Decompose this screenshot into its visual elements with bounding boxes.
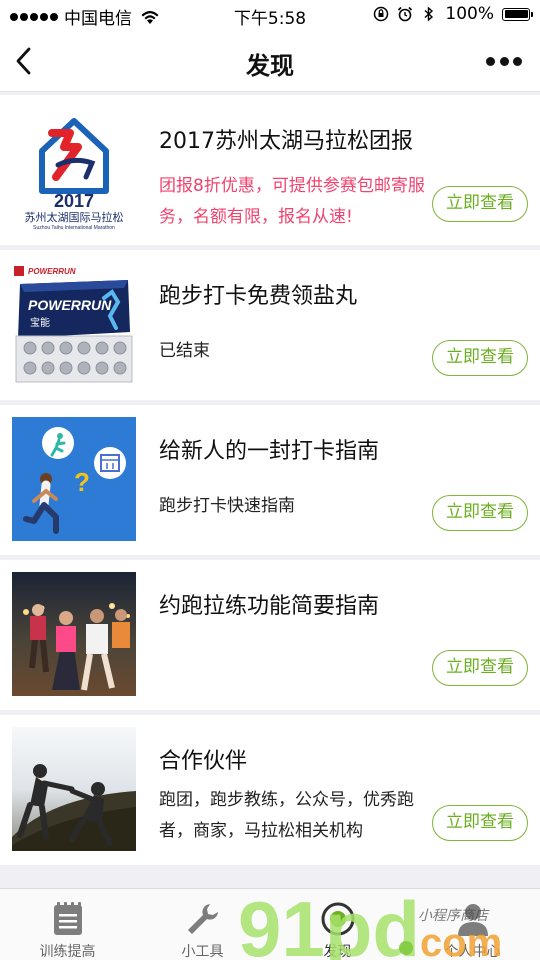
- more-dots-icon[interactable]: [486, 52, 522, 70]
- status-right: 100%: [373, 4, 533, 24]
- thumb-brand-cn: 宝能: [30, 316, 50, 329]
- bluetooth-icon: [424, 6, 434, 22]
- card-title: 约跑拉练功能简要指南: [159, 594, 380, 619]
- list-item-salt-pills[interactable]: POWERRUN POWERRUN 宝能 跑步打卡免费领盐丸 已结束 立即查看: [0, 250, 540, 400]
- card-description: 已结束: [159, 341, 210, 361]
- card-description: 跑步打卡快速指南: [159, 496, 295, 516]
- battery-icon: [502, 7, 533, 21]
- salt-pill-product-image: POWERRUN POWERRUN 宝能: [12, 262, 136, 386]
- card-title: 给新人的一封打卡指南: [159, 439, 380, 464]
- view-now-button[interactable]: 立即查看: [432, 340, 528, 376]
- wrench-icon: [187, 904, 218, 934]
- list-item-partners[interactable]: 合作伙伴 跑团，跑步教练，公众号，优秀跑者，商家，马拉松相关机构 立即查看: [0, 715, 540, 865]
- list-item-group-run-guide[interactable]: 约跑拉练功能简要指南 立即查看: [0, 560, 540, 710]
- group-run-thumbnail: [12, 572, 136, 696]
- notepad-icon: [53, 902, 82, 935]
- partners-photo: [12, 727, 136, 851]
- view-now-button[interactable]: 立即查看: [432, 495, 528, 531]
- card-title: 合作伙伴: [159, 749, 248, 774]
- marathon-logo-image: 2017 苏州太湖国际马拉松 Suzhou Taihu Internationa…: [12, 107, 136, 231]
- thumb-year: 2017: [54, 191, 94, 211]
- rotation-lock-icon: [374, 6, 389, 22]
- status-bar: 中国电信 下午5:58 100%: [0, 0, 540, 30]
- card-title: 2017苏州太湖马拉松团报: [159, 129, 413, 154]
- marathon-logo-thumbnail: 2017 苏州太湖国际马拉松 Suzhou Taihu Internationa…: [12, 107, 136, 231]
- view-now-button[interactable]: 立即查看: [432, 805, 528, 841]
- view-now-button[interactable]: 立即查看: [432, 186, 528, 222]
- tab-label: 个人中心: [444, 944, 501, 960]
- navigation-bar: 发现: [0, 30, 540, 92]
- battery-percentage: 100%: [445, 4, 494, 24]
- alarm-icon: [398, 6, 413, 22]
- tab-bar: 训练提高 小工具 发现 个人中心: [0, 888, 540, 960]
- checkin-guide-thumbnail: ?: [12, 417, 136, 541]
- tab-tools[interactable]: 小工具: [135, 889, 270, 960]
- list-item-marathon-group[interactable]: 2017 苏州太湖国际马拉松 Suzhou Taihu Internationa…: [0, 95, 540, 245]
- person-icon: [457, 904, 488, 936]
- group-run-photo: [12, 572, 136, 696]
- view-now-button[interactable]: 立即查看: [432, 650, 528, 686]
- tab-label: 小工具: [181, 944, 224, 960]
- salt-pill-thumbnail: POWERRUN POWERRUN 宝能: [12, 262, 136, 386]
- compass-icon: [321, 902, 354, 936]
- thumb-caption-en: Suzhou Taihu International Marathon: [33, 225, 115, 231]
- tab-label: 训练提高: [39, 944, 96, 960]
- tab-discover[interactable]: 发现: [270, 889, 405, 960]
- thumb-brand: POWERRUN: [28, 267, 76, 276]
- card-title: 跑步打卡免费领盐丸: [159, 284, 358, 309]
- thumb-caption: 苏州太湖国际马拉松: [25, 210, 124, 224]
- tab-training[interactable]: 训练提高: [0, 889, 135, 960]
- list-item-checkin-guide[interactable]: ? 给新人的一封打卡指南 跑步打卡快速指南 立即查看: [0, 405, 540, 555]
- svg-text:POWERRUN: POWERRUN: [28, 297, 112, 313]
- tab-label: 发现: [323, 944, 352, 960]
- svg-text:?: ?: [74, 467, 90, 497]
- card-description: 团报8折优惠，可提供参赛包邮寄服务，名额有限，报名从速!: [159, 176, 425, 227]
- page-title: 发现: [246, 52, 294, 80]
- checkin-guide-illustration: ?: [12, 417, 136, 541]
- partners-thumbnail: [12, 727, 136, 851]
- card-description: 跑团，跑步教练，公众号，优秀跑者，商家，马拉松相关机构: [159, 790, 414, 841]
- tab-profile[interactable]: 个人中心: [405, 889, 540, 960]
